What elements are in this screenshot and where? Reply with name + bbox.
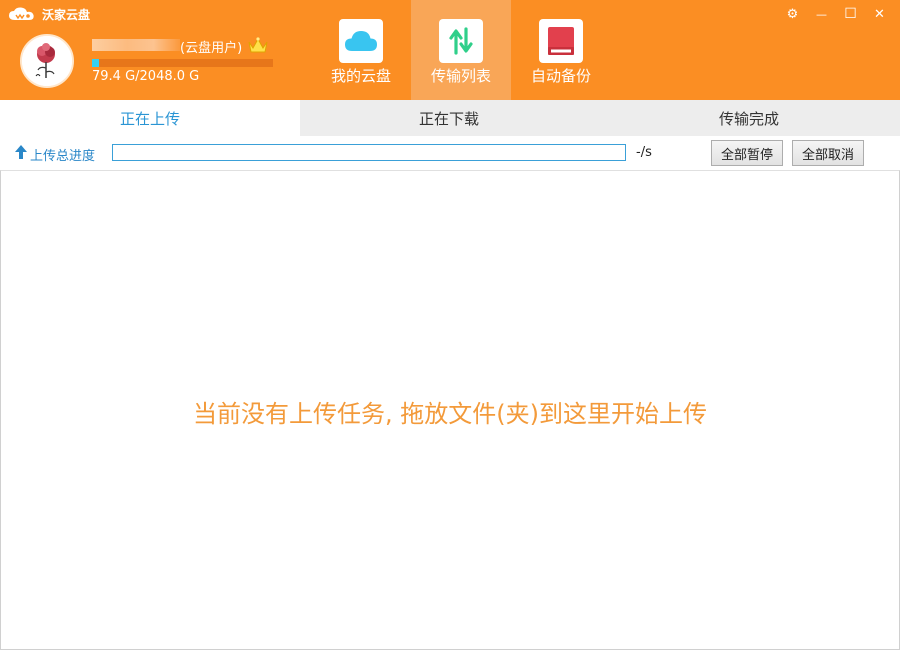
user-type-label: (云盘用户): [180, 41, 243, 56]
tab-uploading[interactable]: 正在上传: [0, 100, 300, 136]
quota-progress-fill: [92, 59, 100, 67]
window-controls: ⚙ — ☐ ✕: [778, 3, 894, 25]
username-redacted: [92, 39, 180, 51]
close-icon[interactable]: ✕: [865, 3, 894, 25]
upload-toolbar: 上传总进度 -/s 全部暂停 全部取消: [0, 136, 900, 170]
main-nav: 我的云盘 传输列表 自动备份: [311, 0, 611, 100]
settings-gear-icon[interactable]: ⚙: [778, 3, 807, 25]
pause-all-button[interactable]: 全部暂停: [711, 140, 783, 166]
empty-upload-message: 当前没有上传任务, 拖放文件(夹)到这里开始上传: [193, 400, 707, 428]
quota-progress-bar: [92, 59, 273, 67]
app-title: 沃家云盘: [42, 7, 91, 22]
app-logo-icon: [9, 7, 34, 20]
tab-downloading[interactable]: 正在下载: [300, 100, 598, 136]
nav-transfer-list[interactable]: 传输列表: [411, 0, 511, 100]
nav-label-auto-backup: 自动备份: [530, 67, 591, 85]
tab-completed[interactable]: 传输完成: [598, 100, 900, 136]
avatar-rose-image: [22, 36, 72, 86]
nav-my-cloud[interactable]: 我的云盘: [311, 0, 411, 100]
maximize-icon[interactable]: ☐: [836, 3, 865, 25]
upload-drop-area[interactable]: 当前没有上传任务, 拖放文件(夹)到这里开始上传: [0, 170, 900, 650]
avatar[interactable]: [20, 34, 74, 88]
app-title-area: 沃家云盘: [8, 4, 90, 24]
quota-text: 79.4 G/2048.0 G: [92, 69, 200, 84]
upload-progress-bar: [112, 144, 626, 161]
cloud-icon: [339, 19, 383, 63]
transfer-icon: [439, 19, 483, 63]
backup-drive-icon: [539, 19, 583, 63]
transfer-tabs: 正在上传 正在下载 传输完成: [0, 100, 900, 136]
nav-auto-backup[interactable]: 自动备份: [511, 0, 611, 100]
upload-progress-label: 上传总进度: [30, 149, 96, 164]
upload-arrow-icon: [15, 145, 27, 159]
minimize-icon[interactable]: —: [807, 3, 836, 25]
upload-speed: -/s: [636, 145, 652, 160]
cancel-all-button[interactable]: 全部取消: [792, 140, 864, 166]
nav-label-my-cloud: 我的云盘: [330, 67, 391, 85]
nav-label-transfer-list: 传输列表: [430, 67, 491, 85]
crown-icon: [248, 37, 268, 53]
header-bar: 沃家云盘 ⚙ — ☐ ✕ (云盘用户) 79.4 G/2048.0 G 我的云盘…: [0, 0, 900, 100]
